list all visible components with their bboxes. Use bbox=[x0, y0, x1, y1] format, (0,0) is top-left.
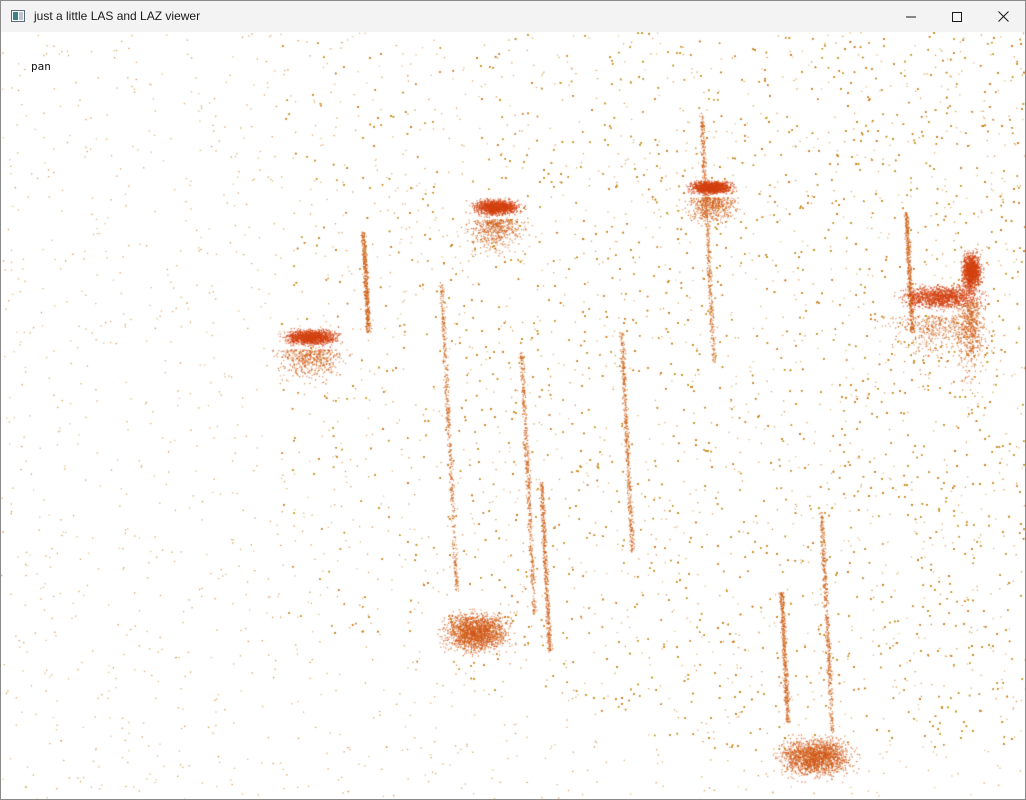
close-button[interactable] bbox=[980, 1, 1025, 32]
app-window-icon bbox=[11, 10, 25, 22]
maximize-icon bbox=[952, 11, 962, 22]
title-bar[interactable]: just a little LAS and LAZ viewer bbox=[1, 1, 1025, 32]
point-cloud-viewport[interactable]: pan bbox=[1, 32, 1025, 799]
window-title: just a little LAS and LAZ viewer bbox=[34, 9, 201, 23]
minimize-icon bbox=[906, 16, 916, 17]
navigation-mode-label: pan bbox=[31, 60, 51, 73]
maximize-button[interactable] bbox=[934, 1, 980, 32]
point-cloud-canvas[interactable] bbox=[1, 32, 1025, 799]
app-window: just a little LAS and LAZ viewer pan bbox=[0, 0, 1026, 800]
minimize-button[interactable] bbox=[888, 1, 934, 32]
close-icon bbox=[997, 11, 1009, 22]
